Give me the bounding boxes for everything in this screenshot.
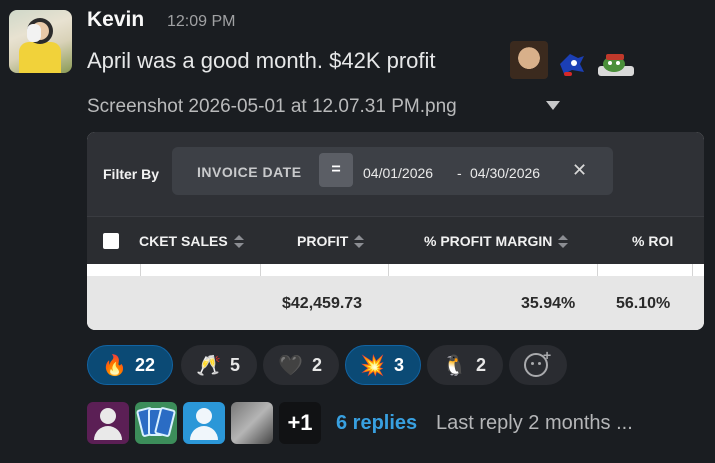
reaction-clinking-glasses[interactable]: 🥂 5: [181, 345, 257, 385]
default-avatar-head: [196, 408, 212, 424]
filter-date-to: 04/30/2026: [470, 165, 541, 181]
column-header: % ROI: [632, 233, 673, 249]
reaction-black-heart[interactable]: 🖤 2: [263, 345, 339, 385]
filter-field: INVOICE DATE: [197, 164, 302, 180]
participant-avatar: [87, 402, 129, 444]
totals-row: $42,459.73 35.94% 56.10%: [87, 276, 704, 330]
column-label: CKET SALES: [139, 233, 228, 249]
pepe-emoji-icon: [598, 54, 634, 76]
last-reply-time: Last reply 2 months ...: [436, 412, 633, 434]
fire-icon: 🔥: [102, 355, 127, 377]
chevron-down-icon[interactable]: [546, 101, 560, 110]
default-avatar-body: [190, 426, 218, 440]
collision-icon: 💥: [360, 355, 385, 377]
column-divider: [388, 264, 389, 276]
avatar-hand: [27, 24, 41, 42]
total-profit: $42,459.73: [282, 295, 363, 312]
clinking-glasses-icon: 🥂: [196, 355, 221, 377]
message-timestamp[interactable]: 12:09 PM: [167, 13, 235, 31]
reaction-count: 5: [230, 355, 241, 375]
penguin-icon: 🐧: [442, 355, 467, 377]
default-avatar-head: [100, 408, 116, 424]
column-divider: [260, 264, 261, 276]
reaction-count: 2: [476, 355, 487, 375]
participant-avatar: [183, 402, 225, 444]
reaction-count: 2: [312, 355, 323, 375]
close-icon: ✕: [572, 160, 588, 180]
black-heart-icon: 🖤: [278, 355, 303, 377]
sonic-emoji-icon: [560, 54, 584, 76]
filter-bar: Filter By INVOICE DATE = 04/01/2026 - 04…: [87, 132, 704, 216]
attachment-file-name[interactable]: Screenshot 2026-05-01 at 12.07.31 PM.png: [87, 96, 457, 118]
column-divider: [692, 264, 693, 276]
attachment-image[interactable]: Filter By INVOICE DATE = 04/01/2026 - 04…: [87, 132, 704, 330]
reaction-collision[interactable]: 💥 3: [345, 345, 421, 385]
filter-operator: =: [319, 153, 353, 187]
column-label: % ROI: [632, 233, 674, 249]
filter-date-separator: -: [457, 165, 462, 181]
participant-avatar: [135, 402, 177, 444]
filter-date-from: 04/01/2026: [363, 165, 434, 181]
more-participants-badge: +1: [279, 402, 321, 444]
table-row: [87, 264, 704, 276]
column-label: PROFIT: [297, 233, 349, 249]
select-all-checkbox: [103, 233, 119, 249]
sort-icon: [233, 235, 244, 249]
message-text: April was a good month. $42K profit: [87, 48, 436, 73]
column-divider: [597, 264, 598, 276]
filter-chip: INVOICE DATE = 04/01/2026 - 04/30/2026 ✕: [172, 147, 613, 195]
sender-name[interactable]: Kevin: [87, 8, 144, 32]
reaction-penguin[interactable]: 🐧 2: [427, 345, 503, 385]
filter-label: Filter By: [103, 166, 160, 182]
column-header: CKET SALES: [139, 233, 244, 249]
column-label: % PROFIT MARGIN: [424, 233, 553, 249]
sender-avatar[interactable]: [9, 10, 72, 73]
reaction-fire[interactable]: 🔥 22: [87, 345, 173, 385]
reaction-count: 22: [135, 355, 156, 375]
default-avatar-body: [94, 426, 122, 440]
add-reaction-button[interactable]: +: [509, 345, 567, 385]
column-divider: [140, 264, 141, 276]
total-profit-margin: 35.94%: [521, 295, 576, 312]
column-header: PROFIT: [297, 233, 365, 249]
table-header: CKET SALES PROFIT % PROFIT MARGIN % ROI: [87, 216, 704, 264]
column-header: % PROFIT MARGIN: [424, 233, 569, 249]
total-roi: 56.10%: [616, 295, 671, 312]
man-face-emoji-icon: [510, 41, 548, 79]
reaction-count: 3: [394, 355, 405, 375]
replies-link[interactable]: 6 replies: [336, 412, 417, 435]
sort-icon: [558, 235, 569, 249]
avatar-body: [19, 42, 61, 73]
participant-avatar: [231, 402, 273, 444]
sort-icon: [354, 235, 365, 249]
plus-icon: +: [543, 347, 552, 363]
